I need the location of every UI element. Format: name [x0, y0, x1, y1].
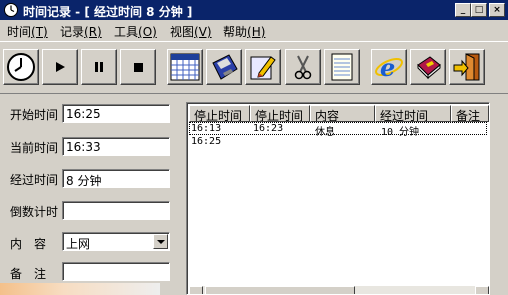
horizontal-scrollbar[interactable] — [189, 286, 489, 294]
countdown-label: 倒数计时 — [10, 205, 59, 219]
start-button[interactable] — [42, 49, 78, 85]
menu-bar: 时间(T) 记录(R) 工具(O) 视图(V) 帮助(H) — [0, 20, 508, 40]
pause-icon — [95, 62, 103, 72]
minimize-button[interactable]: _ — [455, 3, 471, 17]
menu-time[interactable]: 时间(T) — [7, 23, 48, 40]
edit-button[interactable] — [245, 49, 281, 85]
current-time-field[interactable]: 16:33 — [62, 137, 170, 156]
internet-explorer-icon: e — [375, 53, 403, 82]
decorative-blur — [0, 283, 160, 295]
start-time-label: 开始时间 — [10, 108, 59, 122]
scroll-left-button[interactable] — [189, 286, 203, 294]
disk-icon — [212, 54, 238, 80]
menu-help[interactable]: 帮助(H) — [223, 23, 265, 40]
column-header[interactable]: 备注 — [451, 105, 489, 122]
cut-button[interactable] — [285, 49, 321, 85]
record-list[interactable]: 停止时间 停止时间 内容 经过时间 备注 16:13 16:23 休息 10 分… — [186, 102, 490, 295]
table-cell: 16:23 — [253, 123, 284, 134]
content-select-value: 上网 — [66, 237, 91, 251]
scroll-right-button[interactable] — [475, 286, 489, 294]
note-label: 备 注 — [10, 267, 47, 281]
elapsed-time-field[interactable]: 8 分钟 — [62, 169, 170, 188]
content-select[interactable]: 上网 — [62, 232, 170, 251]
exit-door-icon — [453, 53, 480, 81]
menu-tools[interactable]: 工具(O) — [114, 23, 157, 40]
title-bar[interactable]: 时间记录 - [ 经过时间 8 分钟 ] _ □ × — [0, 0, 508, 20]
stop-button[interactable] — [120, 49, 156, 85]
notepad-icon — [331, 53, 353, 81]
clock-app-icon — [4, 3, 18, 17]
notepad-button[interactable] — [324, 49, 360, 85]
close-button[interactable]: × — [489, 3, 505, 17]
scrollbar-thumb[interactable] — [205, 286, 355, 294]
content-label: 内 容 — [10, 237, 47, 251]
calendar-button[interactable] — [167, 49, 203, 85]
exit-button[interactable] — [449, 49, 485, 85]
pencil-icon — [250, 56, 276, 80]
note-field[interactable] — [62, 262, 170, 281]
start-time-field[interactable]: 16:25 — [62, 104, 170, 123]
column-header[interactable]: 停止时间 — [250, 105, 310, 122]
current-time-label: 当前时间 — [10, 141, 59, 155]
table-cell: 16:25 — [191, 136, 222, 147]
play-icon — [56, 62, 65, 72]
chevron-down-icon[interactable] — [153, 234, 168, 249]
table-cell: 休息 — [315, 127, 335, 138]
save-button[interactable] — [206, 49, 242, 85]
elapsed-time-label: 经过时间 — [10, 173, 59, 187]
book-button[interactable] — [410, 49, 446, 85]
browser-button[interactable]: e — [371, 49, 407, 85]
clock-icon — [7, 53, 35, 81]
column-header[interactable]: 内容 — [310, 105, 375, 122]
table-cell: 16:13 — [191, 123, 222, 134]
countdown-field[interactable] — [62, 201, 170, 220]
window-title: 时间记录 - [ 经过时间 8 分钟 ] — [23, 5, 193, 19]
book-icon — [417, 56, 441, 80]
table-row[interactable] — [189, 122, 487, 135]
calendar-icon — [170, 53, 200, 81]
table-cell: 10 分钟 — [381, 127, 420, 138]
right-panel-edge — [490, 102, 506, 295]
column-header[interactable]: 停止时间 — [189, 105, 250, 122]
menu-view[interactable]: 视图(V) — [170, 23, 212, 40]
clock-button[interactable] — [3, 49, 39, 85]
column-header[interactable]: 经过时间 — [375, 105, 451, 122]
scissors-icon — [294, 55, 312, 80]
toolbar: e — [0, 41, 508, 94]
menu-record[interactable]: 记录(R) — [60, 23, 102, 40]
pause-button[interactable] — [81, 49, 117, 85]
stop-icon — [134, 63, 143, 72]
maximize-button[interactable]: □ — [471, 3, 487, 17]
svg-text:e: e — [380, 53, 395, 82]
